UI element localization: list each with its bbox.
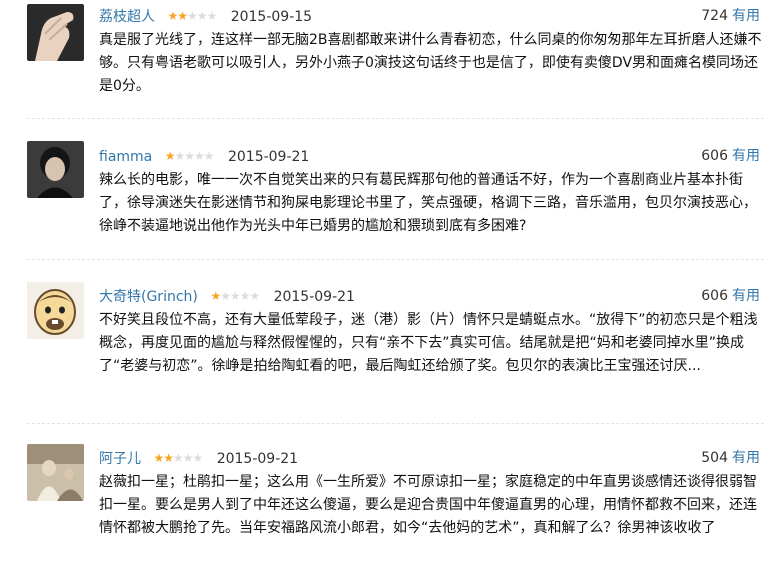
user-avatar[interactable] — [27, 141, 84, 198]
review-header: fiamma ★★★★★ 2015-09-21 — [99, 146, 309, 166]
review-text: 真是服了光线了，连这样一部无脑2B喜剧都敢来讲什么青春初恋，什么同桌的你匆匆那年… — [99, 32, 762, 94]
rating-stars: ★★★★★ — [153, 451, 203, 465]
review-text: 不好笑且段位不高，还有大量低荤段子，迷（港）影（片）情怀只是蜻蜓点水。“放得下”… — [99, 312, 758, 374]
rating-stars: ★★★★★ — [164, 149, 215, 163]
vote-count: 724 — [701, 8, 728, 24]
useful-button[interactable]: 有用 — [732, 6, 760, 26]
username-link[interactable]: 阿子儿 — [99, 451, 141, 467]
review-header: 阿子儿 ★★★★★ 2015-09-21 — [99, 448, 298, 468]
vote-count: 606 — [701, 148, 728, 164]
username-link[interactable]: 荔枝超人 — [99, 9, 155, 25]
review-date: 2015-09-21 — [273, 289, 355, 305]
divider — [27, 259, 764, 260]
vote-count: 606 — [701, 288, 728, 304]
useful-button[interactable]: 有用 — [732, 286, 760, 306]
divider — [27, 423, 764, 424]
vote-count: 504 — [701, 450, 728, 466]
review-date: 2015-09-15 — [230, 9, 313, 25]
review-header: 荔枝超人 ★★★★★ 2015-09-15 — [99, 6, 312, 26]
review-text: 辣么长的电影，唯一一次不自觉笑出来的只有葛民辉那句他的普通话不好，作为一个喜剧商… — [99, 172, 757, 234]
user-avatar[interactable] — [27, 4, 84, 61]
user-avatar[interactable] — [27, 282, 84, 339]
divider — [27, 118, 764, 119]
username-link[interactable]: fiamma — [99, 149, 152, 165]
username-link[interactable]: 大奇特(Grinch) — [99, 289, 198, 305]
review-date: 2015-09-21 — [227, 149, 310, 165]
review-date: 2015-09-21 — [216, 451, 299, 467]
useful-button[interactable]: 有用 — [732, 146, 760, 166]
rating-stars: ★★★★★ — [167, 9, 217, 23]
review-header: 大奇特(Grinch) ★★★★★ 2015-09-21 — [99, 286, 355, 306]
review-text: 赵薇扣一星；杜鹃扣一星；这么用《一生所爱》不可原谅扣一星；家庭稳定的中年直男谈感… — [99, 474, 757, 536]
user-avatar[interactable] — [27, 444, 84, 501]
rating-stars: ★★★★★ — [210, 289, 260, 303]
useful-button[interactable]: 有用 — [732, 448, 760, 468]
